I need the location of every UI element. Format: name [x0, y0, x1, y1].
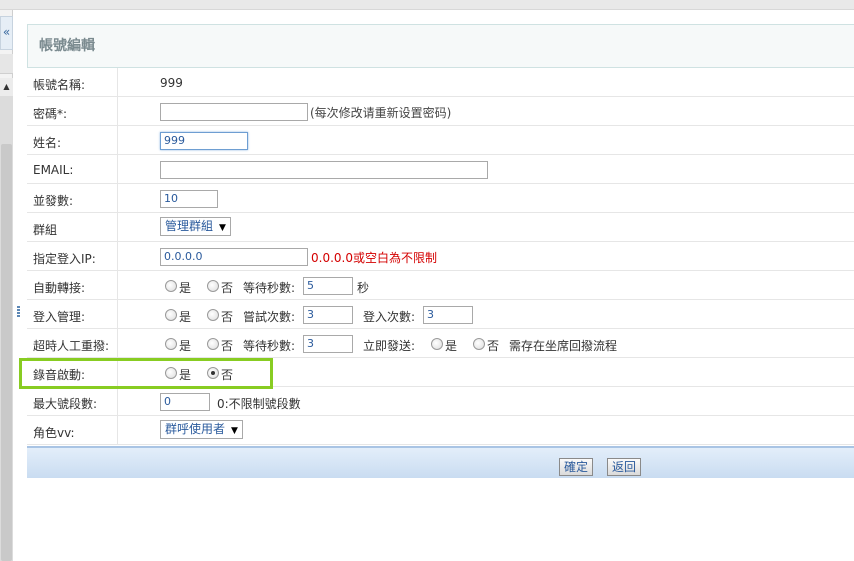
dropdown-arrow-icon: ▼	[231, 426, 238, 436]
dropdown-arrow-icon: ▼	[219, 223, 226, 233]
auto-transfer-unit: 秒	[357, 281, 370, 295]
auto-transfer-no-label: 否	[221, 281, 234, 295]
send-now-yes-radio[interactable]	[431, 338, 443, 350]
timeout-redial-no-label: 否	[221, 339, 234, 353]
login-management-label: 登入管理:	[33, 310, 86, 324]
password-input[interactable]	[160, 103, 308, 121]
row-max-segments: 最大號段數: 0 0:不限制號段數	[27, 387, 854, 416]
top-bar	[0, 0, 854, 10]
page-title: 帳號編輯	[39, 38, 95, 54]
row-login-ip: 指定登入IP: 0.0.0.0 0.0.0.0或空白為不限制	[27, 242, 854, 271]
pane-splitter-handle[interactable]	[17, 306, 20, 318]
auto-transfer-yes-label: 是	[179, 281, 192, 295]
timeout-redial-wait-label: 等待秒數:	[243, 339, 296, 353]
login-ip-hint: 0.0.0.0或空白為不限制	[311, 251, 437, 265]
group-selected-value: 管理群組	[165, 219, 214, 233]
row-name: 姓名: 999	[27, 126, 854, 155]
form-footer: 確定 返回	[27, 446, 854, 478]
row-timeout-redial: 超時人工重撥: 是 否 等待秒數: 3 立即發送: 是 否 需存在坐席回撥流程	[27, 329, 854, 358]
collapse-icon[interactable]: «	[0, 16, 13, 50]
confirm-button[interactable]: 確定	[559, 458, 594, 476]
concurrency-input[interactable]: 10	[160, 190, 218, 208]
role-selected-value: 群呼使用者	[165, 422, 226, 436]
concurrency-label: 並發數:	[33, 194, 74, 208]
timeout-redial-yes-radio[interactable]	[165, 338, 177, 350]
login-management-no-label: 否	[221, 310, 234, 324]
timeout-redial-label: 超時人工重撥:	[33, 339, 110, 353]
login-attempts-input[interactable]: 3	[303, 306, 353, 324]
login-ip-label: 指定登入IP:	[33, 252, 96, 266]
login-ip-input[interactable]: 0.0.0.0	[160, 248, 308, 266]
left-pane-strip	[0, 54, 13, 74]
row-email: EMAIL:	[27, 155, 854, 184]
scroll-up-icon[interactable]: ▲	[0, 78, 13, 96]
group-select[interactable]: 管理群組 ▼	[160, 217, 231, 236]
login-count-input[interactable]: 3	[423, 306, 473, 324]
role-select[interactable]: 群呼使用者 ▼	[160, 420, 243, 439]
max-segments-hint: 0:不限制號段數	[217, 397, 301, 411]
login-management-yes-radio[interactable]	[165, 309, 177, 321]
send-now-yes-label: 是	[445, 339, 458, 353]
row-group: 群組 管理群組 ▼	[27, 213, 854, 242]
auto-transfer-label: 自動轉接:	[33, 281, 86, 295]
password-hint: (每次修改请重新设置密码)	[310, 106, 452, 120]
row-account-name: 帳號名稱: 999	[27, 68, 854, 97]
auto-transfer-no-radio[interactable]	[207, 280, 219, 292]
timeout-redial-hint: 需存在坐席回撥流程	[509, 339, 618, 353]
send-now-label: 立即發送:	[363, 339, 416, 353]
account-name-value: 999	[160, 76, 183, 90]
send-now-no-radio[interactable]	[473, 338, 485, 350]
auto-transfer-yes-radio[interactable]	[165, 280, 177, 292]
row-concurrency: 並發數: 10	[27, 184, 854, 213]
send-now-no-label: 否	[487, 339, 500, 353]
email-label: EMAIL:	[33, 163, 74, 177]
scrollbar-thumb[interactable]	[1, 144, 12, 561]
auto-transfer-wait-input[interactable]: 5	[303, 277, 353, 295]
back-button[interactable]: 返回	[607, 458, 642, 476]
account-name-label: 帳號名稱:	[33, 78, 86, 92]
timeout-redial-wait-input[interactable]: 3	[303, 335, 353, 353]
name-label: 姓名:	[33, 136, 62, 150]
row-auto-transfer: 自動轉接: 是 否 等待秒數: 5 秒	[27, 271, 854, 300]
email-input[interactable]	[160, 161, 488, 179]
role-label: 角色vv:	[33, 426, 75, 440]
name-input[interactable]: 999	[160, 132, 248, 150]
password-label: 密碼*:	[33, 107, 68, 121]
max-segments-input[interactable]: 0	[160, 393, 210, 411]
group-label: 群組	[33, 223, 58, 237]
timeout-redial-no-radio[interactable]	[207, 338, 219, 350]
login-attempts-label: 嘗試次數:	[243, 310, 296, 324]
login-management-no-radio[interactable]	[207, 309, 219, 321]
recording-row-highlight	[19, 358, 273, 389]
row-role: 角色vv: 群呼使用者 ▼	[27, 416, 854, 445]
row-password: 密碼*: (每次修改请重新设置密码)	[27, 97, 854, 126]
timeout-redial-yes-label: 是	[179, 339, 192, 353]
max-segments-label: 最大號段數:	[33, 397, 98, 411]
login-management-yes-label: 是	[179, 310, 192, 324]
auto-transfer-wait-label: 等待秒數:	[243, 281, 296, 295]
login-count-label: 登入次數:	[363, 310, 416, 324]
page-header: 帳號編輯	[27, 24, 854, 68]
row-login-management: 登入管理: 是 否 嘗試次數: 3 登入次數: 3	[27, 300, 854, 329]
